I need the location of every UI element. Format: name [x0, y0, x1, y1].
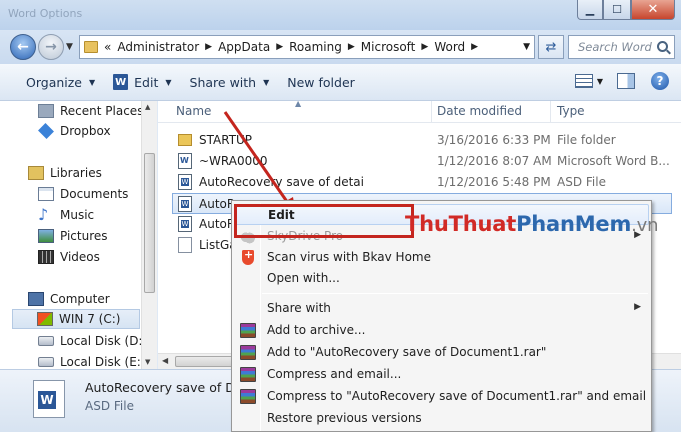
watermark-part-1: ThuThuat	[405, 212, 517, 236]
menu-item-add-to-archive[interactable]: Add to archive...	[234, 320, 649, 341]
menu-item-share-with[interactable]: Share with ▶	[234, 298, 649, 319]
winrar-icon	[240, 389, 256, 404]
menu-item-scan-virus[interactable]: Scan virus with Bkav Home	[234, 247, 649, 268]
menu-item-compress-email[interactable]: Compress and email...	[234, 364, 649, 385]
menu-item-add-to-rar[interactable]: Add to "AutoRecovery save of Document1.r…	[234, 342, 649, 363]
submenu-arrow-icon: ▶	[634, 302, 641, 312]
winrar-icon	[240, 323, 256, 338]
winrar-icon	[240, 345, 256, 360]
menu-item-compress-rar-email[interactable]: Compress to "AutoRecovery save of Docume…	[234, 386, 649, 407]
explorer-window: Word Options ▁ ☐ ✕ ← → ▼ « Administrator…	[0, 0, 681, 432]
menu-item-open-with[interactable]: Open with...	[234, 268, 649, 289]
watermark-part-3: .vn	[631, 215, 659, 236]
menu-separator	[262, 293, 648, 294]
menu-label: Share with	[267, 301, 331, 315]
bkav-shield-icon	[242, 248, 254, 265]
menu-item-restore-versions[interactable]: Restore previous versions	[234, 408, 649, 429]
menu-label: Add to archive...	[267, 323, 366, 337]
menu-label: Compress to "AutoRecovery save of Docume…	[267, 389, 647, 403]
menu-label: Scan virus with Bkav Home	[267, 250, 431, 264]
site-watermark: ThuThuatPhanMem.vn	[405, 212, 659, 236]
edit-highlight-box	[234, 204, 414, 238]
watermark-part-2: PhanMem	[516, 212, 632, 236]
menu-label: Compress and email...	[267, 367, 402, 381]
menu-label: Open with...	[267, 271, 340, 285]
menu-label: Add to "AutoRecovery save of Document1.r…	[267, 345, 547, 359]
menu-label: Restore previous versions	[267, 411, 422, 425]
winrar-icon	[240, 367, 256, 382]
